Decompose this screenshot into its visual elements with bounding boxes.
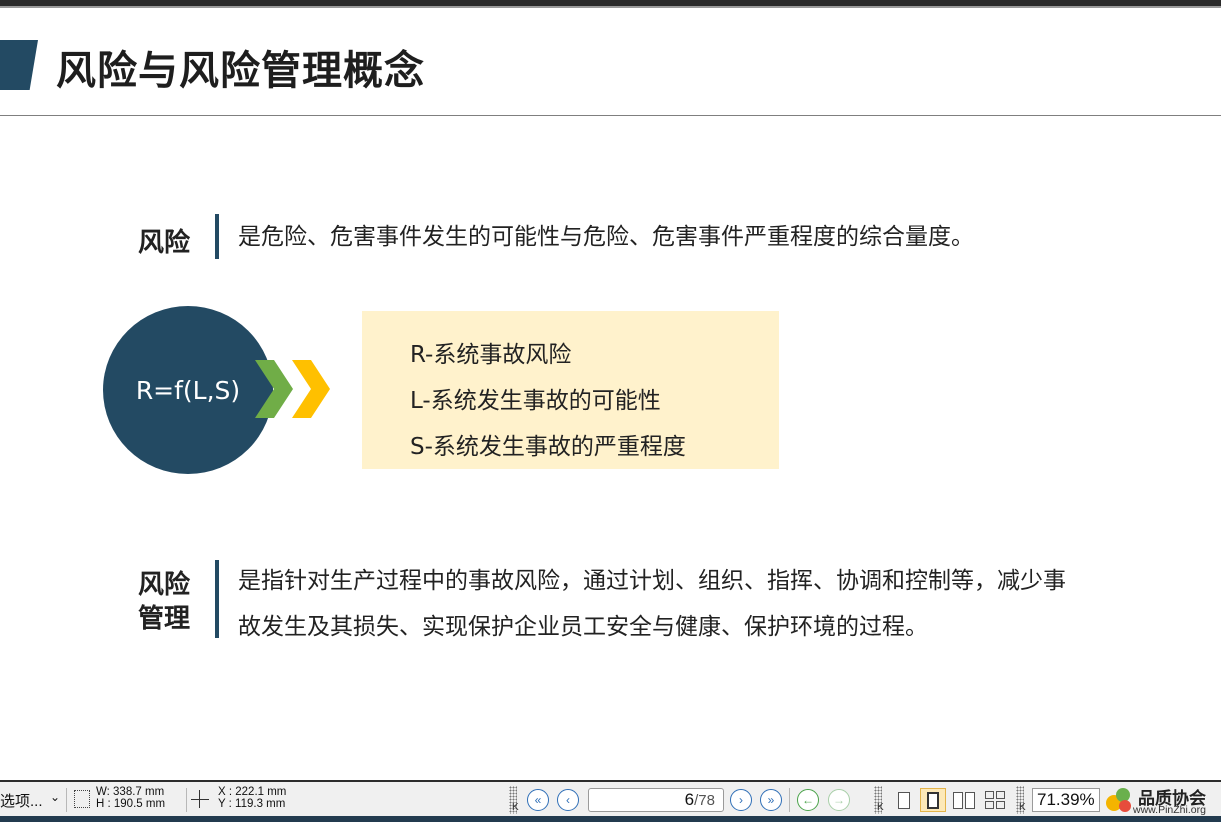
- separator: [66, 788, 67, 812]
- options-dropdown[interactable]: 选项...: [0, 790, 43, 811]
- fit-page-icon[interactable]: [920, 788, 946, 812]
- risk-management-term-line1: 风险: [138, 570, 191, 600]
- chevron-down-icon[interactable]: ⌄: [50, 790, 60, 804]
- brand-logo-icon: [1106, 788, 1131, 812]
- window-bottom-edge: [0, 816, 1221, 822]
- x-readout: X : 222.1 mm: [218, 786, 287, 798]
- title-accent-shape: [0, 40, 38, 90]
- formula-legend-box: R-系统事故风险 L-系统发生事故的可能性 S-系统发生事故的严重程度: [362, 311, 779, 469]
- page-current: 6: [684, 790, 695, 809]
- chevron-yellow-icon: [292, 360, 330, 418]
- brand-watermark: 品质协会 www.PinZhi.org: [1104, 784, 1221, 816]
- legend-line-r: R-系统事故风险: [410, 342, 572, 368]
- forward-icon[interactable]: →: [828, 789, 850, 811]
- legend-line-s: S-系统发生事故的严重程度: [410, 434, 686, 460]
- height-readout: H : 190.5 mm: [96, 798, 166, 810]
- page-number-field[interactable]: 6/78: [588, 788, 724, 812]
- zoom-field[interactable]: 71.39%: [1032, 788, 1100, 812]
- risk-management-term-bar: [215, 560, 219, 638]
- page-size-icon: [74, 790, 90, 808]
- separator: [789, 788, 790, 812]
- prev-page-icon[interactable]: ‹: [557, 789, 579, 811]
- slide-canvas: 风险与风险管理概念 风险 是危险、危害事件发生的可能性与危险、危害事件严重程度的…: [0, 8, 1221, 780]
- risk-management-definition-line1: 是指针对生产过程中的事故风险，通过计划、组织、指挥、协调和控制等，减少事: [238, 568, 1066, 594]
- width-readout: W: 338.7 mm: [96, 786, 165, 798]
- back-icon[interactable]: ←: [797, 789, 819, 811]
- formula-text: R=f(L,S): [135, 375, 241, 405]
- page-total: /78: [694, 792, 715, 809]
- two-page-icon[interactable]: [951, 788, 977, 812]
- risk-management-definition-line2: 故发生及其损失、实现保护企业员工安全与健康、保护环境的过程。: [238, 614, 928, 640]
- toolbar-overflow-mark: K: [877, 802, 884, 813]
- title-divider: [0, 115, 1221, 116]
- grid-view-icon[interactable]: [982, 788, 1008, 812]
- slide-title: 风险与风险管理概念: [56, 47, 425, 94]
- risk-management-term-line2: 管理: [138, 604, 191, 634]
- risk-term-bar: [215, 214, 219, 259]
- separator: [186, 788, 187, 812]
- toolbar-overflow-mark: K: [512, 802, 519, 813]
- y-readout: Y : 119.3 mm: [218, 798, 286, 810]
- risk-term: 风险: [138, 228, 191, 258]
- first-page-icon[interactable]: «: [527, 789, 549, 811]
- formula-circle: R=f(L,S): [103, 306, 273, 474]
- risk-definition: 是危险、危害事件发生的可能性与危险、危害事件严重程度的综合量度。: [238, 224, 974, 250]
- toolbar-overflow-mark: K: [1019, 802, 1026, 813]
- brand-url: www.PinZhi.org: [1133, 804, 1206, 816]
- last-page-icon[interactable]: »: [760, 789, 782, 811]
- single-page-icon[interactable]: [891, 788, 917, 812]
- next-page-icon[interactable]: ›: [730, 789, 752, 811]
- legend-line-l: L-系统发生事故的可能性: [410, 388, 661, 414]
- cursor-position-icon: [191, 790, 209, 808]
- status-bar: 选项... ⌄ W: 338.7 mm H : 190.5 mm X : 222…: [0, 780, 1221, 816]
